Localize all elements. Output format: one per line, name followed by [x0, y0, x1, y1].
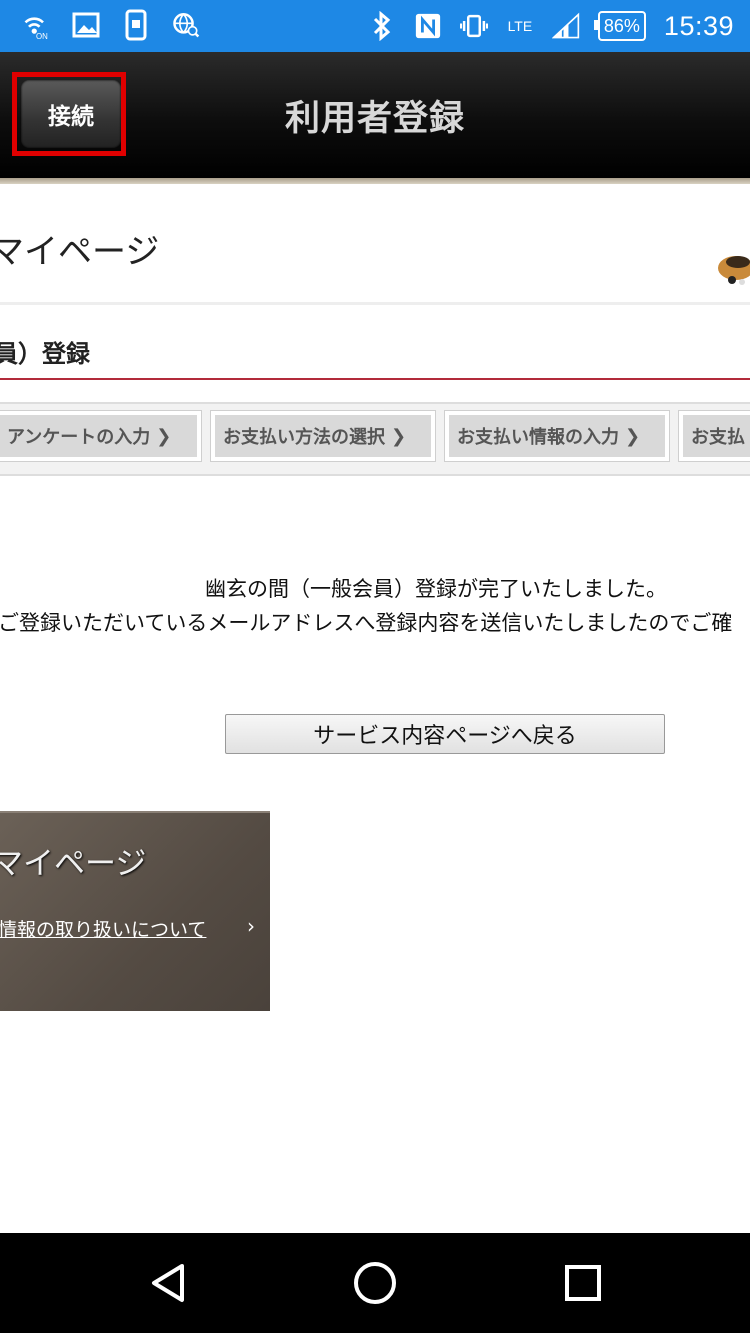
chevron-right-icon: ❯: [391, 425, 407, 447]
home-icon[interactable]: [345, 1258, 405, 1308]
nfc-icon: [414, 9, 442, 43]
gallery-icon: [72, 8, 100, 42]
wifi-calling-icon: ON: [22, 8, 50, 42]
mypage-header: マイページ: [0, 232, 160, 272]
bluetooth-icon: [368, 9, 396, 43]
recents-icon[interactable]: [553, 1258, 613, 1308]
signal-icon: [551, 9, 580, 43]
privacy-policy-link[interactable]: 情報の取り扱いについて: [0, 915, 206, 942]
app-bar-divider: [0, 178, 750, 184]
chevron-right-icon: ❯: [156, 425, 172, 447]
notification-icons: ON: [22, 8, 200, 42]
heading-rule: [0, 378, 750, 380]
system-icons: LTE 86% 15:39: [368, 6, 734, 46]
step-payment-method: お支払い方法の選択 ❯: [210, 410, 436, 462]
email-sent-message: ご登録いただいているメールアドレスへ登録内容を送信いたしましたのでご確: [0, 611, 733, 635]
battery-level: 86%: [603, 16, 640, 36]
svg-text:ON: ON: [36, 32, 48, 41]
chevron-right-icon: ❯: [625, 425, 641, 447]
step-survey: アンケートの入力 ❯: [0, 410, 202, 462]
page-title: 利用者登録: [284, 99, 465, 139]
step-payment-info: お支払い情報の入力 ❯: [444, 410, 670, 462]
step-label: アンケートの入力: [7, 427, 151, 448]
step-payment-confirm: お支払: [678, 410, 750, 462]
vibrate-icon: [459, 9, 488, 43]
clock: 15:39: [663, 10, 734, 41]
completion-message: 幽玄の間（一般会員）登録が完了いたしました。: [205, 577, 667, 601]
globe-search-icon: [172, 8, 200, 42]
navigation-bar: [0, 1233, 750, 1333]
phone-screen-icon: [122, 8, 150, 42]
battery-icon: 86%: [593, 11, 646, 41]
lte-icon: LTE: [506, 9, 534, 43]
back-icon[interactable]: [140, 1258, 200, 1308]
lte-label: LTE: [507, 18, 533, 34]
go-bowl-icon: [718, 256, 750, 285]
side-panel-title: マイページ: [0, 846, 147, 882]
step-label: お支払い情報の入力: [457, 427, 619, 448]
step-label: お支払: [691, 427, 745, 448]
status-bar: ON LTE 86% 15:39: [0, 0, 750, 52]
registration-heading: 員）登録: [0, 340, 90, 368]
step-label: お支払い方法の選択: [223, 427, 385, 448]
back-to-service-button[interactable]: サービス内容ページへ戻る: [225, 714, 665, 754]
chevron-right-icon: ›: [247, 914, 255, 938]
